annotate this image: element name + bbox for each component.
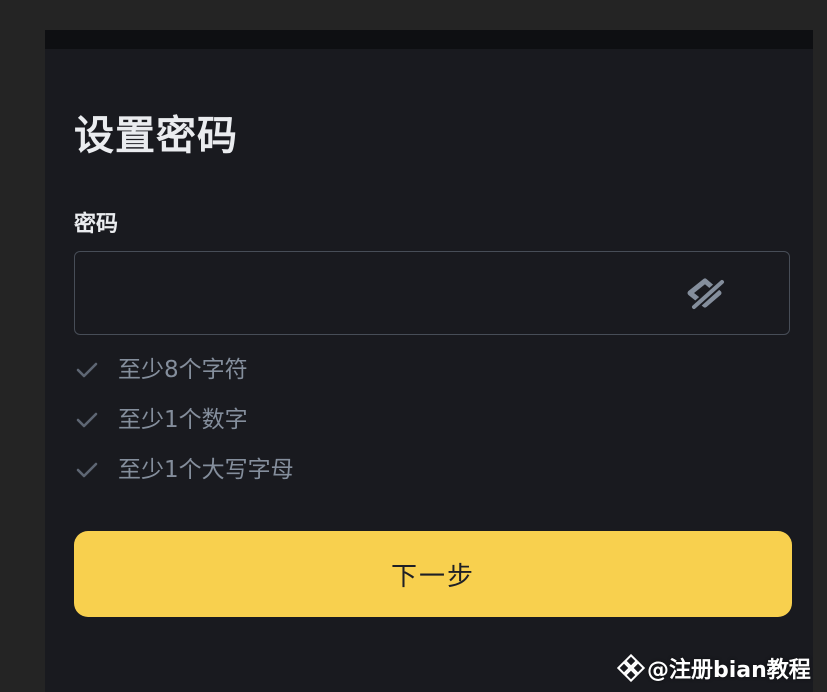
password-field[interactable] <box>74 251 790 335</box>
diamond-logo-icon <box>617 654 645 682</box>
check-icon <box>76 461 98 479</box>
password-input[interactable] <box>93 252 677 335</box>
check-icon <box>76 411 98 429</box>
next-button-label: 下一步 <box>390 561 475 592</box>
check-icon <box>76 361 98 379</box>
password-label: 密码 <box>74 212 119 237</box>
next-button[interactable]: 下一步 <box>74 531 792 617</box>
top-bar <box>45 30 813 49</box>
page-title: 设置密码 <box>74 113 238 159</box>
watermark-text: @注册bian教程 <box>647 658 811 683</box>
watermark: @注册bian教程 <box>617 652 811 684</box>
eye-slash-icon[interactable] <box>686 274 728 312</box>
set-password-screen: 设置密码 密码 至少8个字符 至少1个数字 至少1个大写字母 下一步 <box>45 30 813 692</box>
rule-text: 至少1个数字 <box>118 407 248 433</box>
rule-text: 至少1个大写字母 <box>118 457 294 483</box>
rule-text: 至少8个字符 <box>118 357 248 383</box>
